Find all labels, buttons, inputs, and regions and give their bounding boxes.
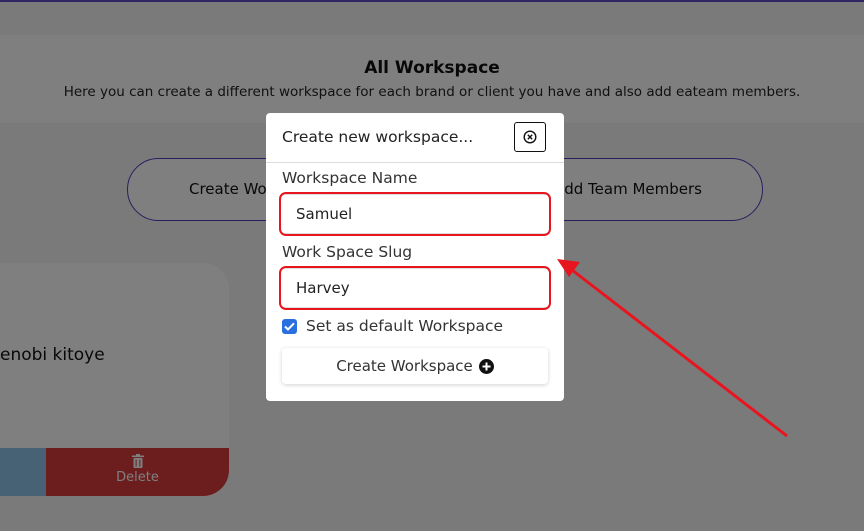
annotation-arrow — [557, 259, 788, 438]
